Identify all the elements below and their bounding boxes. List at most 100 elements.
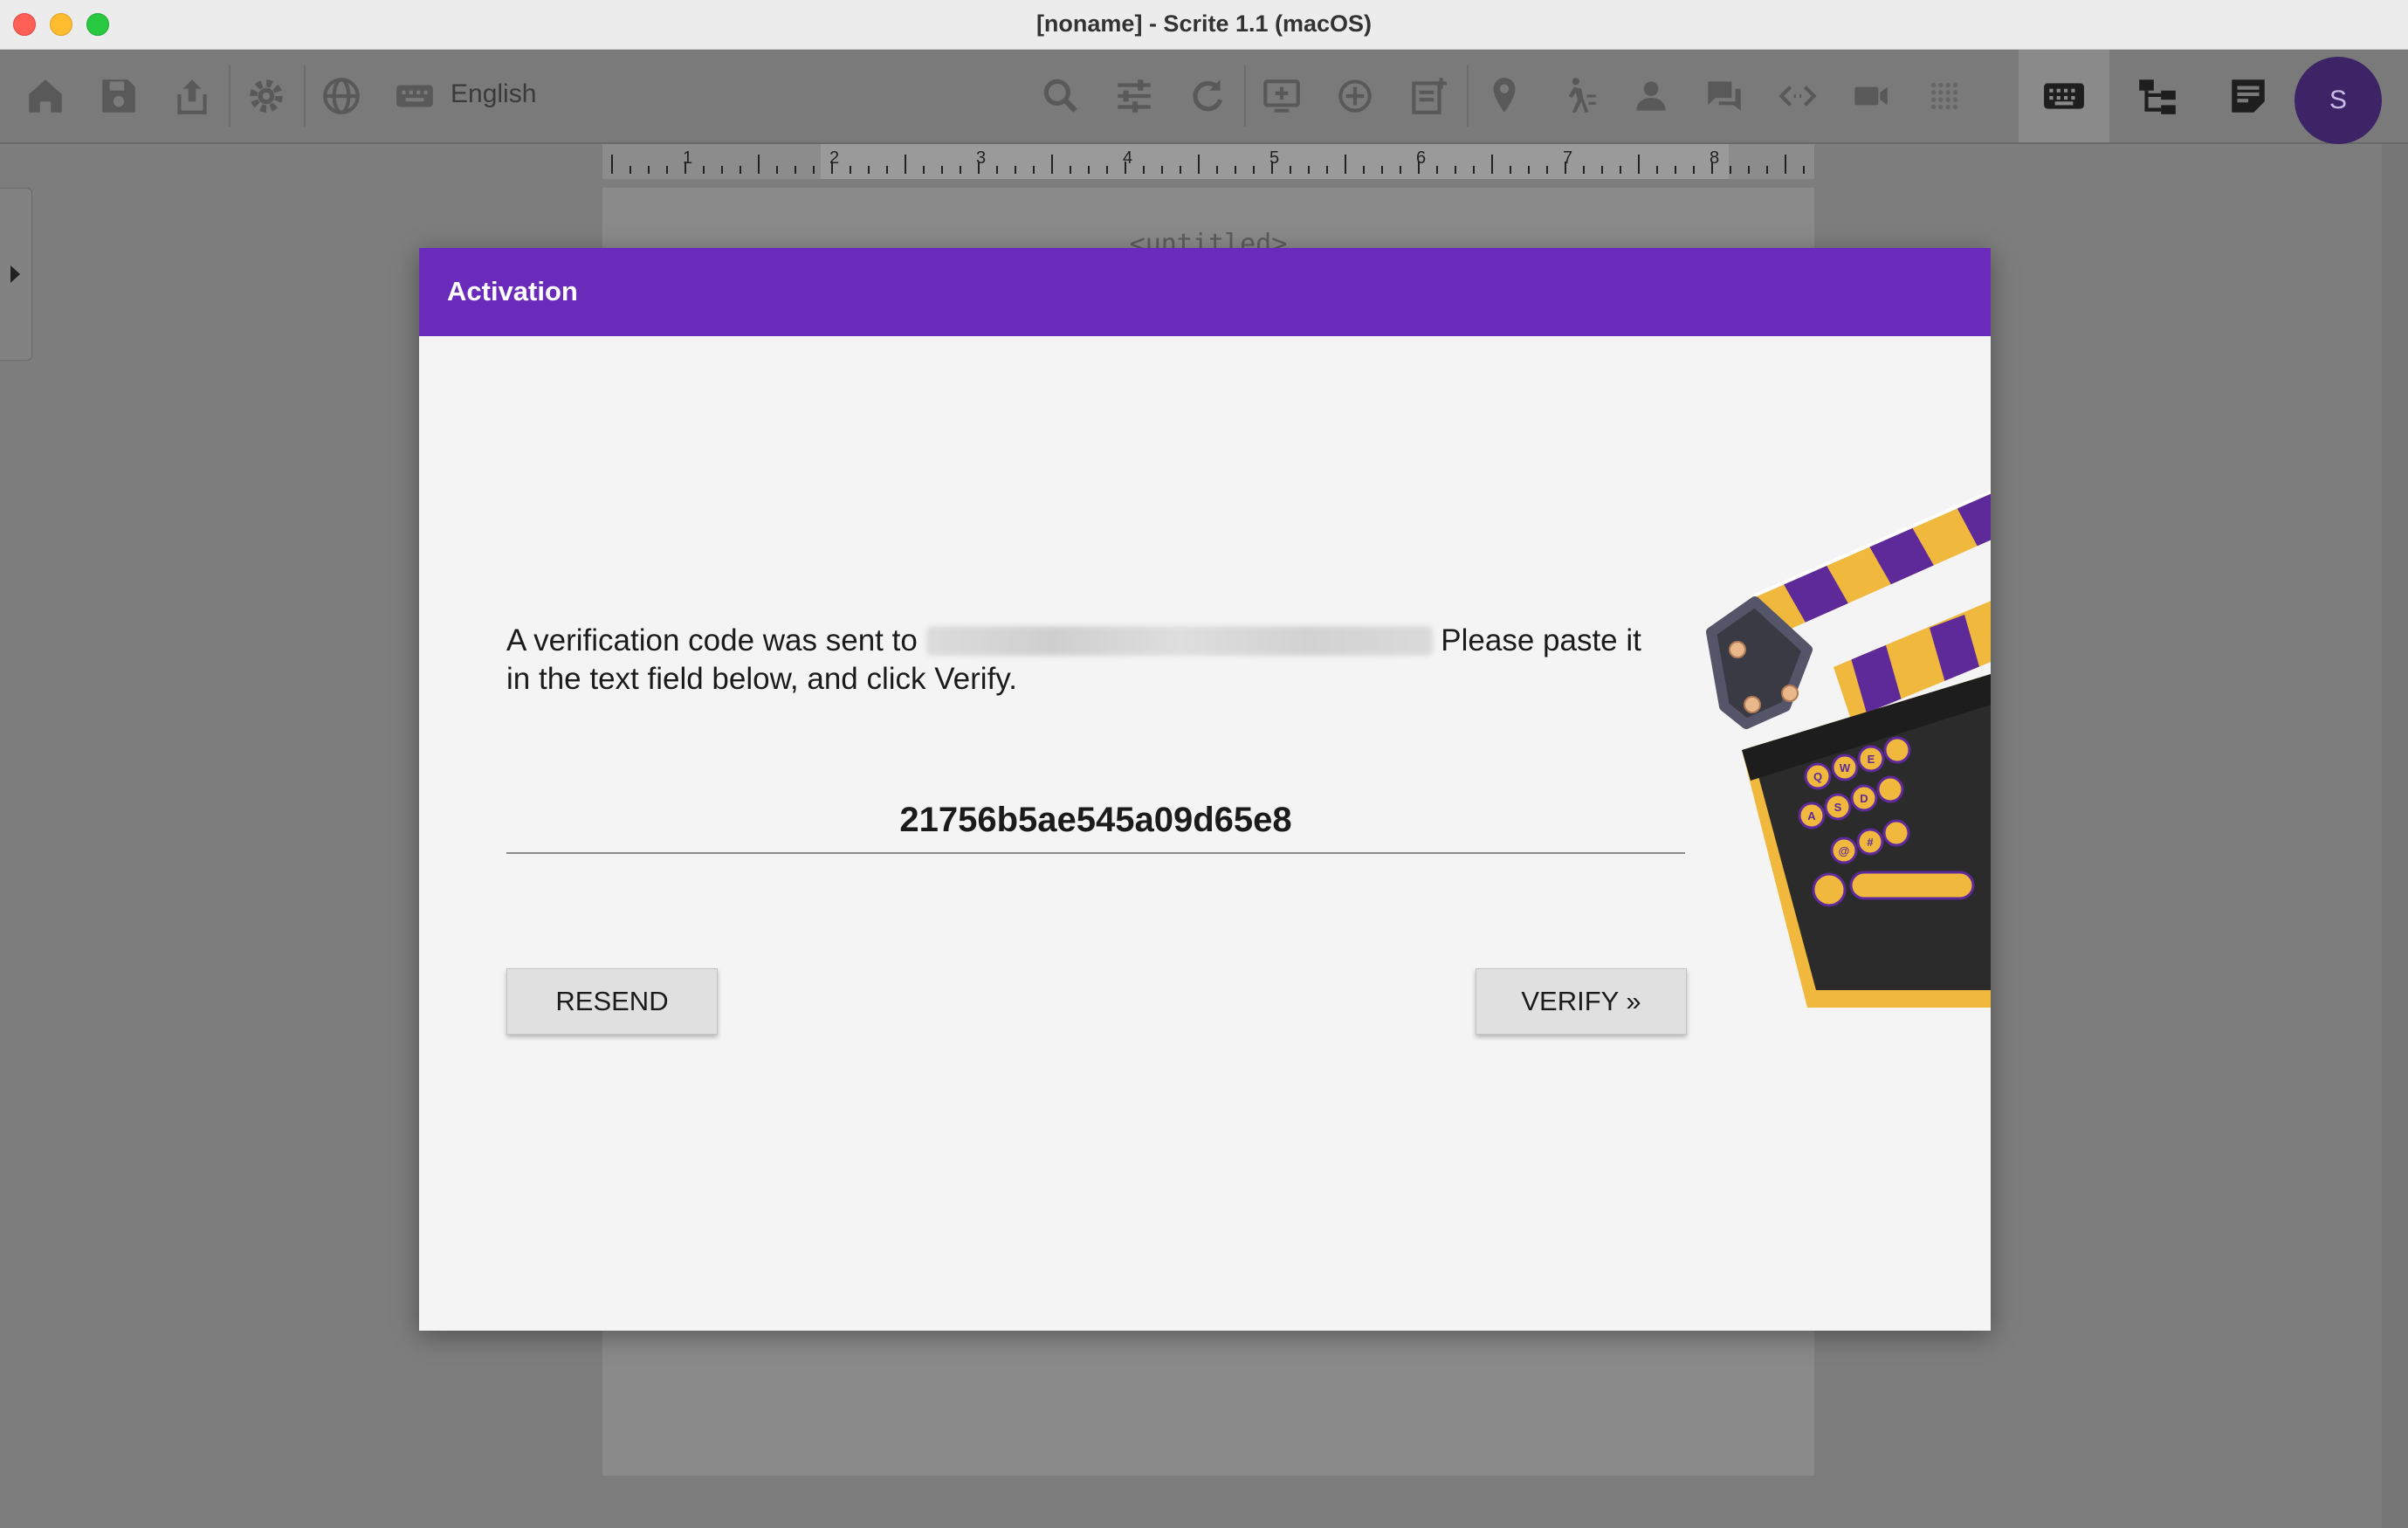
dialog-header: Activation [419,248,1991,336]
ruler-tick [1345,155,1346,174]
side-panel-toggle[interactable] [0,188,32,361]
ruler-tick [1766,166,1768,174]
ruler-tick [795,166,796,174]
ruler-tick [666,166,668,174]
keyboard-view-tab[interactable] [2019,50,2109,142]
ruler-tick [648,166,650,174]
ruler-tick [868,166,870,174]
shot-icon[interactable] [1849,74,1893,118]
add-note-icon[interactable] [1407,74,1450,118]
ruler-tick [1106,166,1108,174]
ruler-tick [960,166,961,174]
svg-text:#: # [1867,836,1874,849]
main-toolbar: English S [0,50,2408,144]
window-title: [noname] - Scrite 1.1 (macOS) [1035,10,1373,37]
ruler-tick [1748,166,1750,174]
ruler-tick [1436,166,1438,174]
toolbar-separator [1467,65,1469,127]
svg-text:Q: Q [1813,770,1822,783]
dialogue-icon[interactable] [1703,74,1746,118]
ruler-tick [1088,166,1090,174]
toolbar-separator [1244,65,1246,127]
ruler-tick [1510,166,1511,174]
ruler-tick [1143,166,1145,174]
structure-icon[interactable] [2136,74,2179,118]
location-icon[interactable] [1483,74,1526,118]
expand-arrow-icon [10,265,20,283]
ruler-tick [996,166,998,174]
globe-icon[interactable] [320,74,363,118]
grid-icon[interactable] [1923,74,1966,118]
ruler-tick [1491,155,1493,174]
ruler-tick [611,155,613,174]
ruler-tick [1070,166,1071,174]
notebook-icon[interactable] [2226,74,2270,118]
ruler-tick [1216,166,1218,174]
ruler-tick [850,166,851,174]
ruler-number: 7 [1563,148,1573,168]
toolbar-separator [229,65,230,127]
ruler-tick [1308,166,1310,174]
ruler-number: 5 [1269,148,1280,168]
ruler-tick [905,155,906,174]
save-icon[interactable] [97,74,141,118]
ruler-tick [630,166,631,174]
ruler-tick [1326,166,1328,174]
add-scene-icon[interactable] [1260,74,1304,118]
ruler-tick [813,166,815,174]
ruler-tick [1033,166,1035,174]
svg-text:@: @ [1839,844,1850,857]
dialog-title: Activation [447,276,578,306]
ruler-tick [1381,166,1383,174]
search-icon[interactable] [1039,74,1083,118]
ruler-tick [1693,166,1695,174]
ruler-tick [1290,166,1291,174]
ruler-tick [1803,166,1805,174]
ruler-number: 1 [683,148,693,168]
ruler-tick [1675,166,1676,174]
ruler-tick [1656,166,1658,174]
ruler-tick [1730,166,1731,174]
ruler-tick [1601,166,1603,174]
ruler-tick [758,155,760,174]
ruler-tick [721,166,723,174]
transition-icon[interactable] [1776,74,1820,118]
keyboard-icon[interactable] [393,74,437,118]
ruler-tick [886,166,888,174]
verification-code-input[interactable] [506,798,1685,854]
language-label[interactable]: English [451,79,536,109]
svg-text:A: A [1807,809,1816,823]
window-titlebar: [noname] - Scrite 1.1 (macOS) [0,0,2408,50]
share-icon[interactable] [170,74,214,118]
ruler-number: 8 [1710,148,1720,168]
character-icon[interactable] [1629,74,1673,118]
add-target-icon[interactable] [1333,74,1377,118]
action-icon[interactable] [1556,74,1600,118]
ruler-tick [1235,166,1236,174]
home-icon[interactable] [24,74,67,118]
toolbar-separator [304,65,306,127]
resend-button[interactable]: RESEND [506,968,718,1035]
sliders-icon[interactable] [1112,74,1156,118]
ruler-number: 6 [1416,148,1427,168]
svg-text:W: W [1840,761,1851,774]
svg-text:S: S [1834,801,1842,814]
redacted-email [925,626,1433,656]
ruler-number: 4 [1123,148,1133,168]
ruler-tick [1015,166,1016,174]
settings-icon[interactable] [244,74,288,118]
ruler-tick [776,166,778,174]
user-avatar[interactable]: S [2294,57,2382,144]
ruler-tick [1198,155,1200,174]
svg-text:E: E [1868,753,1875,766]
refresh-icon[interactable] [1186,74,1229,118]
ruler[interactable]: 1 2 3 4 5 6 7 8 [602,144,1814,179]
ruler-tick [740,166,741,174]
ruler-tick [1161,166,1163,174]
ruler-tick [1253,166,1255,174]
vertical-scrollbar[interactable] [2382,144,2408,1528]
ruler-tick [1528,166,1530,174]
verify-button[interactable]: VERIFY » [1476,968,1687,1035]
ruler-tick [1638,155,1640,174]
verification-message: A verification code was sent to Please p… [506,622,1668,699]
